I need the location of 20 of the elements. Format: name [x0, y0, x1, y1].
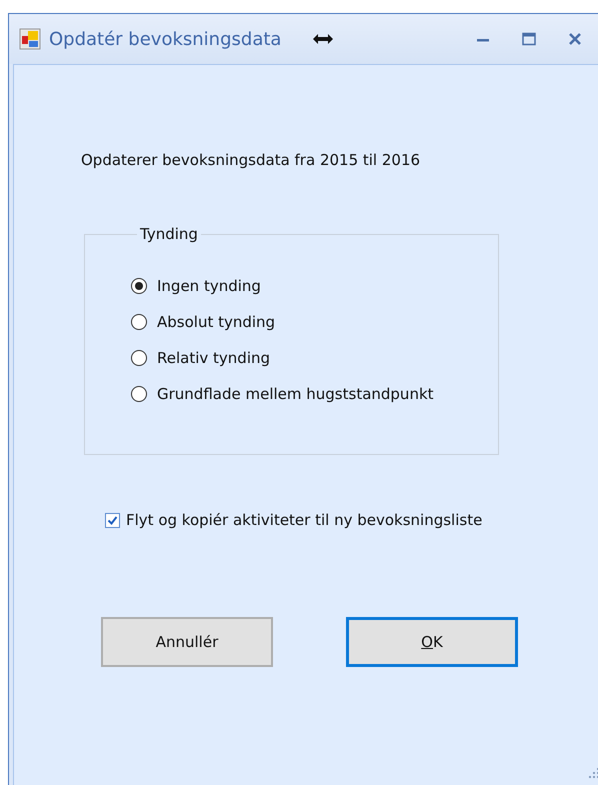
checkbox-option[interactable]: Flyt og kopiér aktiviteter til ny bevoksningsliste	[105, 511, 598, 529]
radio-button[interactable]	[131, 386, 147, 402]
dialog-button[interactable]: Annullér	[101, 617, 273, 667]
radio-option[interactable]: Ingen tynding	[131, 277, 498, 295]
radio-option[interactable]: Relativ tynding	[131, 349, 498, 367]
window-title: Opdatér bevoksningsdata	[49, 28, 282, 50]
radio-button[interactable]	[131, 278, 147, 294]
resize-cursor-icon	[313, 34, 334, 44]
dialog-button[interactable]: OK	[346, 617, 518, 667]
radio-button[interactable]	[131, 314, 147, 330]
checkbox[interactable]	[105, 512, 120, 528]
radio-option[interactable]: Absolut tynding	[131, 313, 498, 331]
resize-grip-icon[interactable]	[588, 767, 598, 779]
close-icon[interactable]	[568, 32, 582, 46]
radio-button[interactable]	[131, 350, 147, 366]
group-title: Tynding	[139, 225, 199, 243]
maximize-icon[interactable]	[522, 32, 536, 46]
radio-option[interactable]: Grundflade mellem hugststandpunkt	[131, 385, 498, 403]
app-icon	[19, 28, 41, 50]
status-message: Opdaterer bevoksningsdata fra 2015 til 2016	[81, 151, 422, 169]
